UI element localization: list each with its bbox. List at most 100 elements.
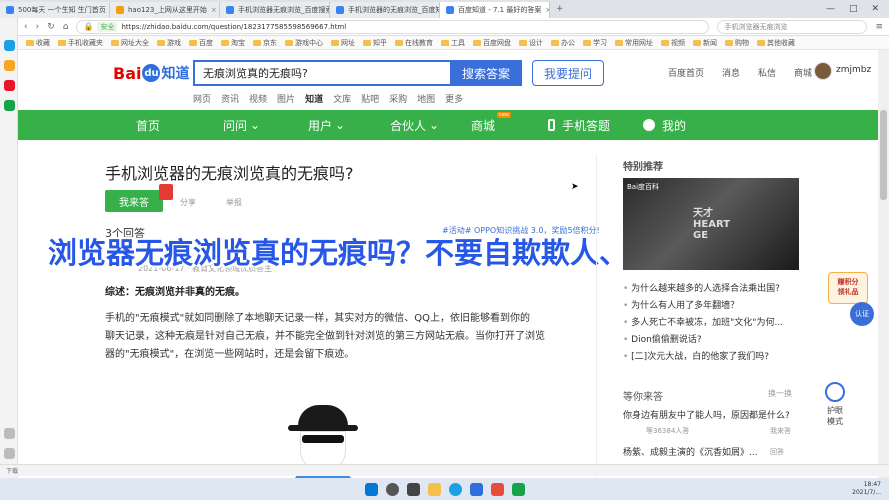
bookmark-item[interactable]: 常用网址: [615, 38, 653, 48]
ask-question-button[interactable]: 我要提问: [532, 60, 604, 86]
home-icon[interactable]: ⌂: [63, 22, 69, 32]
browser-tab[interactable]: hao123_上网从这里开始 ×: [110, 2, 220, 18]
bookmark-item[interactable]: 办公: [551, 38, 575, 48]
earn-points-badge[interactable]: 赚积分 领礼品: [828, 272, 868, 304]
menu-icon[interactable]: ≡: [875, 22, 883, 32]
close-icon[interactable]: ×: [545, 6, 549, 14]
subnav-purchase[interactable]: 采购: [389, 92, 407, 105]
favorites-icon[interactable]: [4, 60, 15, 71]
avatar[interactable]: [814, 62, 832, 80]
subnav-news[interactable]: 资讯: [221, 92, 239, 105]
browser-tab[interactable]: 500每天 一个生知 生门首页×: [0, 2, 110, 18]
bookmark-item[interactable]: 设计: [519, 38, 543, 48]
bookmark-item[interactable]: 淘宝: [221, 38, 245, 48]
app-icon[interactable]: [469, 482, 483, 496]
subnav-tieba[interactable]: 贴吧: [361, 92, 379, 105]
browser-tab[interactable]: 手机浏览器的无痕浏览_百度知道×: [330, 2, 440, 18]
close-icon[interactable]: ×: [211, 6, 217, 14]
minimize-icon[interactable]: —: [826, 4, 835, 14]
bookmark-item[interactable]: 在线教育: [395, 38, 433, 48]
bookmark-item[interactable]: 新闻: [693, 38, 717, 48]
back-icon[interactable]: ‹: [24, 22, 28, 32]
bookmark-item[interactable]: 游戏中心: [285, 38, 323, 48]
refresh-link[interactable]: 换一换: [768, 388, 792, 399]
list-item[interactable]: Dion偷偷删说话?: [623, 332, 823, 349]
page-scrollbar[interactable]: [878, 50, 889, 482]
close-window-icon[interactable]: ✕: [871, 4, 879, 14]
maximize-icon[interactable]: □: [849, 4, 858, 14]
nav-partner[interactable]: 合伙人 ⌄: [390, 110, 439, 140]
verify-button[interactable]: 认证: [850, 302, 874, 326]
eye-care-mode-button[interactable]: 护眼 模式: [821, 382, 849, 427]
search-answer-button[interactable]: 搜索答案: [450, 60, 522, 86]
weibo-icon[interactable]: [4, 80, 15, 91]
nav-users[interactable]: 用户 ⌄: [308, 110, 345, 140]
bookmark-item[interactable]: 百度: [189, 38, 213, 48]
sidebar-app-icon[interactable]: [4, 448, 15, 459]
bookmark-item[interactable]: 网址: [331, 38, 355, 48]
bookmark-item[interactable]: 视频: [661, 38, 685, 48]
bookmark-item[interactable]: 网址大全: [111, 38, 149, 48]
browser-tab[interactable]: 手机浏览器无痕浏览_百度搜索×: [220, 2, 330, 18]
sidebar-app-icon[interactable]: [4, 100, 15, 111]
nav-ask[interactable]: 问问 ⌄: [223, 110, 260, 140]
list-item[interactable]: [二]次元大战，白的他家了我们吗?: [623, 349, 823, 366]
user-link-home[interactable]: 百度首页: [668, 66, 704, 79]
subnav-images[interactable]: 图片: [277, 92, 295, 105]
bookmark-item[interactable]: 其他收藏: [757, 38, 795, 48]
nav-mobile-answer[interactable]: 手机答题: [548, 110, 610, 140]
browser-search-input[interactable]: 手机浏览器无痕浏览: [717, 19, 868, 34]
bookmark-item[interactable]: 收藏: [26, 38, 50, 48]
report-link[interactable]: 举报: [226, 197, 242, 208]
waiting-question[interactable]: 你身边有朋友中了能人吗，原因都是什么?: [623, 408, 790, 421]
bookmark-item[interactable]: 工具: [441, 38, 465, 48]
nav-home[interactable]: 首页: [136, 110, 160, 140]
browser-tab-active[interactable]: 百度知道 - 7.1 最好的答案×: [440, 2, 550, 18]
system-tray[interactable]: 18:47 2021/7/...: [852, 481, 881, 497]
browser-icon[interactable]: [448, 482, 462, 496]
subnav-zhidao[interactable]: 知道: [305, 92, 323, 105]
list-item[interactable]: 为什么有人用了多年翻墙？: [623, 298, 823, 315]
red-packet-icon[interactable]: [159, 184, 173, 200]
nav-mine[interactable]: 我的: [643, 110, 686, 140]
user-link-private-messages[interactable]: 私信: [758, 66, 776, 79]
app-icon[interactable]: [490, 482, 504, 496]
search-icon[interactable]: [385, 482, 399, 496]
bookmark-item[interactable]: 学习: [583, 38, 607, 48]
refresh-icon[interactable]: ↻: [47, 22, 55, 32]
sidebar-app-icon[interactable]: [4, 40, 15, 51]
bookmark-item[interactable]: 京东: [253, 38, 277, 48]
recommend-banner-image[interactable]: Bai度百科 天才 HEART GE: [623, 178, 799, 270]
baidu-zhidao-logo[interactable]: Bai du 知道: [113, 62, 189, 84]
waiting-question[interactable]: 杨紫、成毅主演的《沉香如屑》...: [623, 445, 758, 458]
username[interactable]: zmjmbz: [836, 65, 871, 75]
list-item[interactable]: 多人死亡不幸被冻，加班"文化"为何...: [623, 315, 823, 332]
subnav-map[interactable]: 地图: [417, 92, 435, 105]
user-link-mall[interactable]: 商城: [794, 66, 812, 79]
answer-button[interactable]: 我来答: [105, 190, 163, 212]
answer-link[interactable]: 回答: [770, 447, 784, 457]
file-explorer-icon[interactable]: [427, 482, 441, 496]
subnav-more[interactable]: 更多: [445, 92, 463, 105]
settings-icon[interactable]: [4, 428, 15, 439]
answer-link[interactable]: 我来答: [770, 426, 791, 436]
bookmark-item[interactable]: 游戏: [157, 38, 181, 48]
user-link-messages[interactable]: 消息: [722, 66, 740, 79]
search-input[interactable]: 无痕浏览真的无痕吗?: [193, 60, 450, 86]
bookmark-item[interactable]: 购物: [725, 38, 749, 48]
windows-start-icon[interactable]: [364, 482, 378, 496]
nav-mall[interactable]: 商城 new: [471, 110, 512, 140]
bookmark-item[interactable]: 知乎: [363, 38, 387, 48]
share-link[interactable]: 分享: [180, 197, 196, 208]
forward-icon[interactable]: ›: [36, 22, 40, 32]
subnav-wenku[interactable]: 文库: [333, 92, 351, 105]
subnav-web[interactable]: 网页: [193, 92, 211, 105]
app-icon[interactable]: [511, 482, 525, 496]
list-item[interactable]: 为什么越来越多的人选择合法乘出国?: [623, 281, 823, 298]
scrollbar-thumb[interactable]: [880, 110, 887, 200]
bookmark-item[interactable]: 百度网盘: [473, 38, 511, 48]
bookmark-item[interactable]: 手机收藏夹: [58, 38, 103, 48]
subnav-video[interactable]: 视频: [249, 92, 267, 105]
new-tab-icon[interactable]: +: [556, 4, 564, 14]
url-field[interactable]: 🔒 安全 https://zhidao.baidu.com/question/1…: [76, 19, 710, 34]
